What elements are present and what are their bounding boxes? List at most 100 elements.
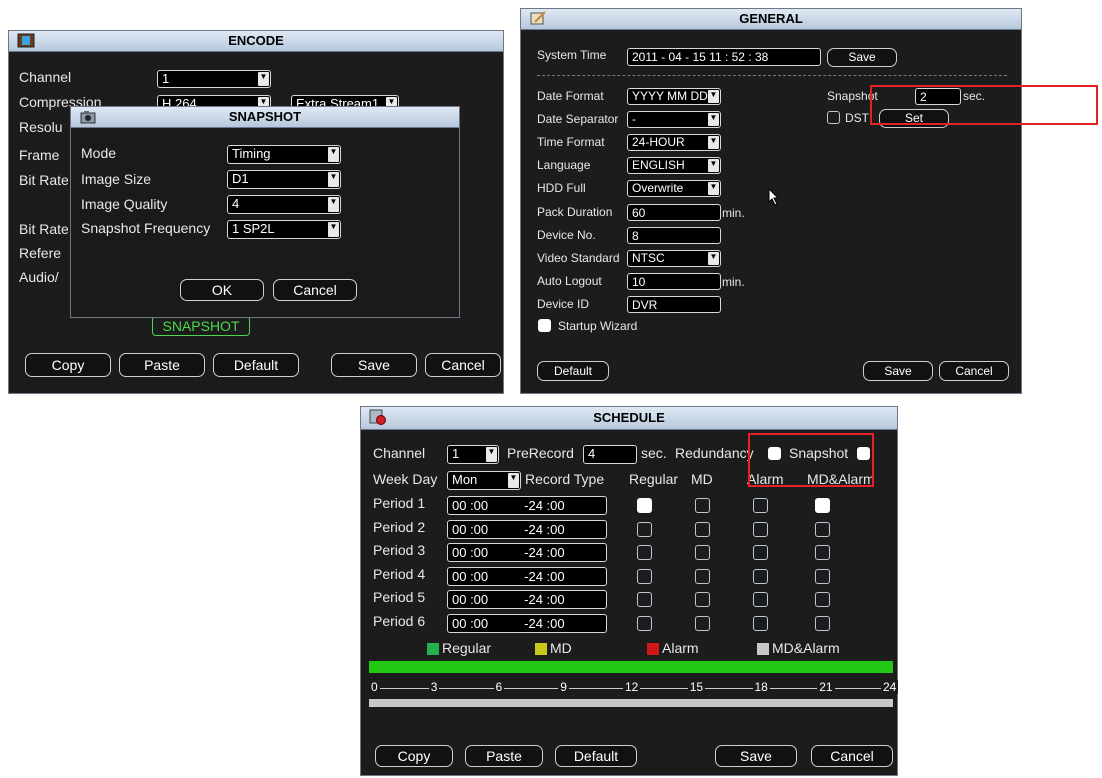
general-startup-wizard-checkbox[interactable] [538, 319, 551, 332]
schedule-period-regular-checkbox[interactable] [637, 545, 652, 560]
general-default-button[interactable]: Default [537, 361, 609, 381]
schedule-period-md-checkbox[interactable] [695, 568, 710, 584]
chevron-down-icon: ▼ [258, 72, 269, 86]
snapshot-mode-select[interactable]: Timing ▼ [227, 145, 341, 164]
general-hdd-full-select[interactable]: Overwrite ▼ [627, 180, 721, 197]
schedule-period-alarm-checkbox[interactable] [753, 545, 768, 560]
mouse-cursor-icon [768, 187, 780, 211]
snapshot-size-select[interactable]: D1 ▼ [227, 170, 341, 189]
schedule-period-alarm-checkbox[interactable] [753, 568, 768, 584]
schedule-period-time-field[interactable]: 00 :00 -24 :00 [447, 590, 607, 609]
schedule-paste-button[interactable]: Paste [465, 745, 543, 767]
general-title: GENERAL [739, 11, 803, 26]
schedule-cancel-button[interactable]: Cancel [811, 745, 893, 767]
schedule-channel-select[interactable]: 1 ▼ [447, 445, 499, 464]
schedule-period-end: -24 :00 [524, 592, 565, 607]
general-save-time-button[interactable]: Save [827, 48, 897, 67]
schedule-period-label: Period 4 [373, 565, 426, 582]
encode-channel-select[interactable]: 1 ▼ [157, 70, 271, 88]
snapshot-frequency-select[interactable]: 1 SP2L ▼ [227, 220, 341, 239]
general-time-format-label: Time Format [537, 135, 605, 149]
encode-channel-value: 1 [162, 71, 170, 86]
encode-snapshot-button[interactable]: SNAPSHOT [152, 316, 250, 336]
chevron-down-icon: ▼ [708, 136, 719, 149]
schedule-copy-button[interactable]: Copy [375, 745, 453, 767]
general-device-id-field[interactable]: DVR [627, 296, 721, 313]
general-video-standard-select[interactable]: NTSC ▼ [627, 250, 721, 267]
general-date-format-label: Date Format [537, 89, 604, 103]
snapshot-ok-button[interactable]: OK [180, 279, 264, 301]
schedule-period-md-checkbox[interactable] [695, 521, 710, 537]
encode-copy-button[interactable]: Copy [25, 353, 111, 377]
general-video-standard-value: NTSC [632, 251, 665, 265]
encode-paste-button[interactable]: Paste [119, 353, 205, 377]
encode-default-button[interactable]: Default [213, 353, 299, 377]
timeline-hour-label: 24 [881, 680, 899, 694]
schedule-period-regular-checkbox[interactable] [637, 615, 652, 631]
snapshot-frequency-value: 1 SP2L [232, 221, 275, 236]
schedule-period-time-field[interactable]: 00 :00 -24 :00 [447, 496, 607, 515]
schedule-period-mdalarm-checkbox[interactable] [815, 592, 830, 607]
schedule-record-type-label: Record Type [525, 471, 605, 487]
schedule-period-mdalarm-checkbox[interactable] [815, 498, 830, 513]
snapshot-quality-select[interactable]: 4 ▼ [227, 195, 341, 214]
general-time-format-select[interactable]: 24-HOUR ▼ [627, 134, 721, 151]
schedule-period-regular-checkbox[interactable] [637, 498, 652, 513]
schedule-weekday-value: Mon [452, 472, 478, 487]
schedule-weekday-select[interactable]: Mon ▼ [447, 471, 521, 490]
encode-save-button[interactable]: Save [331, 353, 417, 377]
legend-swatch [757, 643, 769, 655]
timeline-hour-label: 18 [752, 680, 770, 694]
general-system-time-label: System Time [537, 48, 607, 62]
general-auto-logout-field[interactable]: 10 [627, 273, 721, 290]
general-save-button[interactable]: Save [863, 361, 933, 381]
schedule-period-md-checkbox[interactable] [695, 498, 710, 513]
schedule-period-md-checkbox[interactable] [695, 545, 710, 560]
schedule-period-mdalarm-checkbox[interactable] [815, 521, 830, 537]
schedule-period-alarm-checkbox[interactable] [753, 615, 768, 631]
schedule-redundancy-label: Redundancy [675, 445, 754, 461]
general-auto-logout-unit: min. [722, 275, 745, 289]
schedule-period-time-field[interactable]: 00 :00 -24 :00 [447, 519, 607, 539]
general-device-no-field[interactable]: 8 [627, 227, 721, 244]
chevron-down-icon: ▼ [328, 172, 339, 187]
schedule-period-start: 00 :00 [452, 568, 489, 584]
schedule-period-regular-checkbox[interactable] [637, 592, 652, 607]
schedule-period-alarm-checkbox[interactable] [753, 592, 768, 607]
annotation-highlight-snapshot [870, 85, 1098, 125]
chevron-down-icon: ▼ [708, 182, 719, 195]
general-date-separator-select[interactable]: - ▼ [627, 111, 721, 128]
snapshot-size-value: D1 [232, 171, 249, 186]
chevron-down-icon: ▼ [508, 473, 519, 488]
schedule-prerecord-field[interactable]: 4 [583, 445, 637, 464]
schedule-period-label: Period 1 [373, 495, 426, 511]
snapshot-cancel-button[interactable]: Cancel [273, 279, 357, 301]
general-dst-checkbox[interactable] [827, 111, 840, 124]
encode-label-resolution: Resolu [19, 119, 63, 135]
schedule-period-regular-checkbox[interactable] [637, 521, 652, 537]
schedule-period-md-checkbox[interactable] [695, 592, 710, 607]
general-date-format-select[interactable]: YYYY MM DD ▼ [627, 88, 721, 105]
schedule-period-regular-checkbox[interactable] [637, 568, 652, 584]
general-hdd-full-label: HDD Full [537, 181, 586, 195]
schedule-period-mdalarm-checkbox[interactable] [815, 615, 830, 631]
schedule-period-time-field[interactable]: 00 :00 -24 :00 [447, 566, 607, 586]
general-language-select[interactable]: ENGLISH ▼ [627, 157, 721, 174]
legend-label: Alarm [662, 640, 699, 656]
general-system-time-field[interactable]: 2011 - 04 - 15 11 : 52 : 38 [627, 48, 821, 66]
schedule-period-time-field[interactable]: 00 :00 -24 :00 [447, 613, 607, 633]
general-pack-duration-field[interactable]: 60 [627, 204, 721, 221]
timeline-hour-label: 3 [428, 680, 440, 694]
schedule-period-mdalarm-checkbox[interactable] [815, 545, 830, 560]
schedule-period-md-checkbox[interactable] [695, 615, 710, 631]
schedule-period-mdalarm-checkbox[interactable] [815, 568, 830, 584]
general-cancel-button[interactable]: Cancel [939, 361, 1009, 381]
schedule-save-button[interactable]: Save [715, 745, 797, 767]
schedule-period-alarm-checkbox[interactable] [753, 498, 768, 513]
schedule-default-button[interactable]: Default [555, 745, 637, 767]
encode-cancel-button[interactable]: Cancel [425, 353, 501, 377]
schedule-period-time-field[interactable]: 00 :00 -24 :00 [447, 543, 607, 562]
schedule-period-alarm-checkbox[interactable] [753, 521, 768, 537]
chevron-down-icon: ▼ [708, 252, 719, 265]
general-device-id-label: Device ID [537, 297, 590, 311]
